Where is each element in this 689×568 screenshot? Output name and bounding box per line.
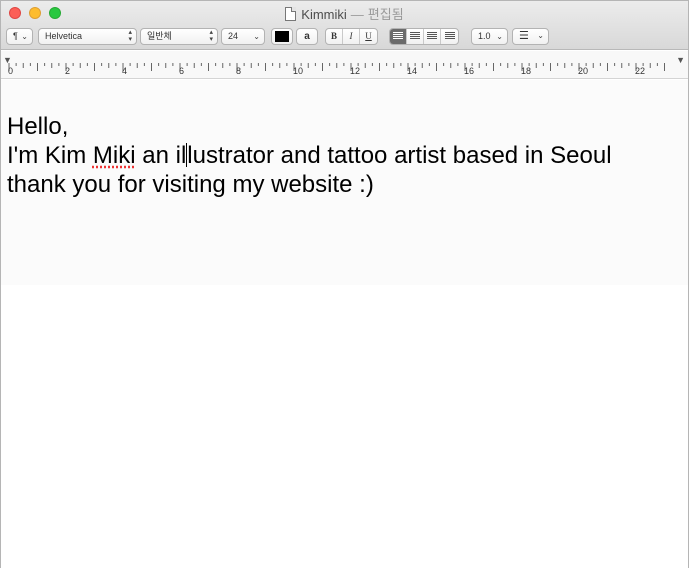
text-color-swatch bbox=[275, 31, 289, 42]
italic-button[interactable]: I bbox=[343, 29, 360, 44]
align-justify-icon bbox=[444, 32, 455, 40]
font-style-value: 일반체 bbox=[147, 31, 172, 41]
text-line-2: I'm Kim Miki an illustrator and tattoo a… bbox=[7, 141, 612, 170]
stepper-arrows-icon: ▴ ▾ bbox=[209, 29, 213, 43]
document-name: Kimmiki bbox=[301, 7, 347, 22]
stepper-arrows-icon: ▴ ▾ bbox=[128, 29, 132, 43]
font-size-value: 24 bbox=[228, 31, 239, 41]
alignment-buttons bbox=[389, 28, 459, 45]
font-size-combo[interactable]: 24 ⌄ bbox=[221, 28, 265, 45]
document-text[interactable]: Hello, I'm Kim Miki an illustrator and t… bbox=[7, 112, 612, 199]
line-spacing-value: 1.0 bbox=[478, 31, 491, 41]
align-right-icon bbox=[427, 32, 437, 40]
align-center-icon bbox=[410, 32, 420, 40]
chevron-down-icon: ⌄ bbox=[537, 31, 544, 40]
font-family-value: Helvetica bbox=[45, 31, 83, 41]
ruler-number: 14 bbox=[407, 66, 418, 76]
text-editor[interactable]: Hello, I'm Kim Miki an illustrator and t… bbox=[1, 80, 688, 568]
ruler-number: 0 bbox=[8, 66, 14, 76]
ruler-number: 8 bbox=[236, 66, 242, 76]
align-justify-button[interactable] bbox=[441, 29, 458, 44]
ruler-number: 6 bbox=[179, 66, 185, 76]
chevron-down-icon: ⌄ bbox=[253, 32, 260, 41]
underline-button[interactable]: U bbox=[360, 29, 377, 44]
highlight-color-button[interactable]: a bbox=[296, 28, 318, 45]
list-bullet-icon: ☰ bbox=[519, 30, 529, 42]
ruler-number: 22 bbox=[635, 66, 646, 76]
text-color-well[interactable] bbox=[271, 28, 293, 45]
document-icon bbox=[285, 7, 297, 21]
text-run: an il bbox=[135, 142, 187, 169]
paragraph-icon: ¶ bbox=[13, 31, 18, 41]
bold-button[interactable]: B bbox=[326, 29, 343, 44]
text-run: I'm Kim bbox=[7, 142, 93, 169]
highlight-icon: a bbox=[304, 31, 310, 42]
ruler[interactable]: ▼ ▼ 0 2 4 6 8 10 12 14 16 18 20 22 bbox=[1, 51, 688, 79]
ruler-number: 18 bbox=[521, 66, 532, 76]
chevron-down-icon: ⌄ bbox=[496, 32, 503, 41]
ruler-number: 16 bbox=[464, 66, 475, 76]
textedit-window: Kimmiki — 편집됨 ¶ ⌄ Helvetica ▴ ▾ 일반체 ▴ ▾ 24 ⌄… bbox=[0, 0, 689, 568]
align-left-icon bbox=[393, 32, 403, 40]
font-style-popup[interactable]: 일반체 ▴ ▾ bbox=[140, 28, 218, 45]
align-left-button[interactable] bbox=[390, 29, 407, 44]
text-run: lustrator and tattoo artist based in Seo… bbox=[187, 142, 612, 169]
line-spacing-popup[interactable]: 1.0 ⌄ bbox=[471, 28, 508, 45]
text-style-buttons: B I U bbox=[325, 28, 378, 45]
align-center-button[interactable] bbox=[407, 29, 424, 44]
align-right-button[interactable] bbox=[424, 29, 441, 44]
ruler-number: 2 bbox=[65, 66, 71, 76]
list-style-popup[interactable]: ☰ ⌄ bbox=[512, 28, 549, 45]
edit-status: 편집됨 bbox=[367, 7, 404, 22]
ruler-number: 20 bbox=[578, 66, 589, 76]
text-line-3: thank you for visiting my website :) bbox=[7, 171, 374, 198]
ruler-number: 12 bbox=[350, 66, 361, 76]
ruler-number: 10 bbox=[293, 66, 304, 76]
chevron-down-icon: ⌄ bbox=[21, 32, 28, 41]
misspelled-word[interactable]: Miki bbox=[93, 142, 136, 169]
window-chrome: Kimmiki — 편집됨 ¶ ⌄ Helvetica ▴ ▾ 일반체 ▴ ▾ 24 ⌄… bbox=[1, 1, 688, 50]
paragraph-style-popup[interactable]: ¶ ⌄ bbox=[6, 28, 33, 45]
window-title: Kimmiki — 편집됨 bbox=[1, 4, 688, 23]
title-separator: — bbox=[350, 7, 364, 22]
text-line-1: Hello, bbox=[7, 113, 69, 140]
font-family-popup[interactable]: Helvetica ▴ ▾ bbox=[38, 28, 137, 45]
ruler-number: 4 bbox=[122, 66, 128, 76]
